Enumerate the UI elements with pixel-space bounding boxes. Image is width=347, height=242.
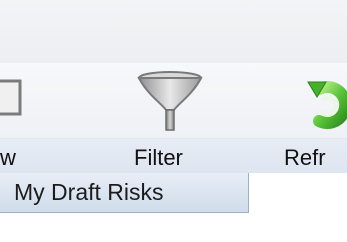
toolbar-labels: w Filter Refr (0, 138, 347, 174)
tab-my-draft-risks[interactable]: My Draft Risks (0, 173, 249, 213)
view-icon[interactable] (0, 79, 25, 119)
tab-label: My Draft Risks (14, 179, 164, 205)
view-label[interactable]: w (0, 145, 16, 171)
refresh-icon[interactable] (305, 74, 347, 130)
toolbar (0, 63, 347, 139)
filter-label[interactable]: Filter (134, 145, 183, 171)
funnel-icon[interactable] (135, 69, 205, 135)
tabs-bar: My Draft Risks (0, 173, 347, 242)
refresh-label[interactable]: Refr (284, 145, 326, 171)
top-strip (0, 0, 347, 63)
